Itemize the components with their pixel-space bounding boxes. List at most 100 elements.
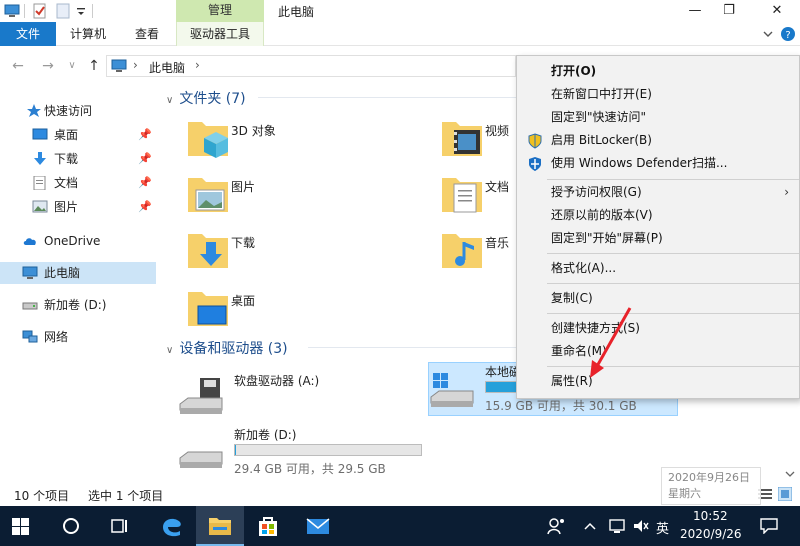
menu-label: 打开(O): [551, 64, 597, 78]
videos-folder-icon: [442, 122, 482, 156]
chevron-down-icon: ∨: [166, 95, 174, 106]
breadcrumb-this-pc[interactable]: 此电脑: [149, 59, 185, 76]
nav-pictures[interactable]: 图片 📌: [0, 196, 156, 218]
menu-item-pin-quick-access[interactable]: 固定到"快速访问": [517, 106, 799, 129]
forward-button[interactable]: →: [38, 56, 58, 76]
qa-divider: [24, 4, 25, 18]
recent-locations-button[interactable]: ∨: [62, 56, 82, 76]
ime-indicator[interactable]: 英: [656, 518, 669, 537]
title-bar: 管理 此电脑 — ❐ ✕: [0, 0, 800, 22]
maximize-button[interactable]: ❐: [714, 2, 744, 20]
new-folder-icon[interactable]: [56, 3, 70, 19]
folder-item[interactable]: 3D 对象: [186, 116, 426, 168]
tab-file[interactable]: 文件: [0, 22, 56, 46]
taskbar-date[interactable]: 2020/9/26: [680, 527, 742, 541]
menu-item-copy[interactable]: 复制(C): [517, 287, 799, 310]
computer-icon: [22, 266, 38, 279]
folder-item[interactable]: 桌面: [186, 286, 426, 338]
close-button[interactable]: ✕: [762, 2, 792, 20]
breadcrumb-sep[interactable]: ›: [133, 58, 138, 72]
drive-name: 软盘驱动器 (A:): [234, 374, 320, 388]
devices-group-header[interactable]: ∨ 设备和驱动器 (3): [166, 338, 288, 358]
drive-item-floppy[interactable]: 软盘驱动器 (A:): [178, 372, 428, 426]
pin-icon[interactable]: 📌: [138, 148, 152, 170]
drive-free-text: 15.9 GB 可用，共 30.1 GB: [485, 399, 637, 413]
nav-onedrive[interactable]: OneDrive: [0, 230, 156, 252]
windows-start-icon[interactable]: [12, 518, 29, 535]
qa-dropdown-icon[interactable]: [76, 3, 86, 19]
large-icons-view-icon[interactable]: [778, 487, 792, 501]
breadcrumb-sep[interactable]: ›: [195, 58, 200, 72]
chevron-down-icon[interactable]: [762, 29, 774, 39]
nav-downloads[interactable]: 下载 📌: [0, 148, 156, 170]
nav-this-pc[interactable]: 此电脑: [0, 262, 156, 284]
menu-item-pin-start[interactable]: 固定到"开始"屏幕(P): [517, 227, 799, 250]
tab-computer[interactable]: 计算机: [60, 22, 116, 46]
menu-item-bitlocker[interactable]: 启用 BitLocker(B): [517, 129, 799, 152]
scroll-down-icon[interactable]: [785, 470, 795, 478]
folders-group-header[interactable]: ∨ 文件夹 (7): [166, 88, 246, 108]
nav-quick-access[interactable]: 快速访问: [0, 100, 156, 122]
menu-separator: [547, 253, 799, 254]
document-icon: [33, 176, 46, 190]
people-icon[interactable]: [546, 516, 566, 536]
folder-item[interactable]: 下载: [186, 228, 426, 280]
nav-new-volume[interactable]: 新加卷 (D:): [0, 294, 156, 316]
menu-item-rename[interactable]: 重命名(M): [517, 340, 799, 363]
pin-icon[interactable]: 📌: [138, 124, 152, 146]
computer-icon[interactable]: [4, 3, 20, 19]
menu-item-open-new-window[interactable]: 在新窗口中打开(E): [517, 83, 799, 106]
desktop-folder-icon: [188, 292, 228, 326]
properties-icon[interactable]: [32, 3, 48, 19]
nav-documents[interactable]: 文档 📌: [0, 172, 156, 194]
date-watermark: 2020年9月26日 星期六: [661, 467, 761, 505]
nav-desktop[interactable]: 桌面 📌: [0, 124, 156, 146]
menu-item-open[interactable]: 打开(O): [517, 60, 799, 83]
desktop-icon: [32, 128, 48, 140]
store-icon[interactable]: [256, 514, 280, 538]
notification-icon[interactable]: [760, 518, 778, 534]
help-icon[interactable]: ?: [780, 26, 796, 42]
menu-item-properties[interactable]: 属性(R): [517, 370, 799, 393]
menu-separator: [547, 283, 799, 284]
nav-network[interactable]: 网络: [0, 326, 156, 348]
menu-label: 启用 BitLocker(B): [551, 133, 652, 147]
menu-item-give-access[interactable]: 授予访问权限(G) ›: [517, 181, 799, 204]
menu-item-create-shortcut[interactable]: 创建快捷方式(S): [517, 317, 799, 340]
submenu-arrow-icon: ›: [784, 185, 789, 199]
menu-item-format[interactable]: 格式化(A)...: [517, 257, 799, 280]
tab-view[interactable]: 查看: [120, 22, 174, 46]
taskbar: 英 10:52 2020/9/26: [0, 506, 800, 546]
task-view-icon[interactable]: [110, 518, 128, 534]
music-folder-icon: [442, 234, 482, 268]
menu-item-restore-versions[interactable]: 还原以前的版本(V): [517, 204, 799, 227]
edge-icon[interactable]: [160, 514, 184, 538]
menu-item-defender-scan[interactable]: 使用 Windows Defender扫描...: [517, 152, 799, 175]
folder-item[interactable]: 图片: [186, 172, 426, 224]
back-button[interactable]: ←: [8, 56, 28, 76]
up-button[interactable]: ↑: [84, 56, 104, 76]
menu-label: 固定到"快速访问": [551, 110, 647, 124]
show-hidden-icons-icon[interactable]: [583, 519, 597, 533]
volume-icon[interactable]: [632, 517, 650, 535]
manage-tab[interactable]: 管理: [176, 0, 264, 22]
tab-drive-tools[interactable]: 驱动器工具: [176, 22, 264, 46]
menu-label: 使用 Windows Defender扫描...: [551, 156, 728, 170]
drive-item-d[interactable]: 新加卷 (D:) 29.4 GB 可用，共 29.5 GB: [178, 426, 428, 480]
file-explorer-icon[interactable]: [208, 514, 232, 538]
network-status-icon[interactable]: [608, 517, 626, 535]
address-bar[interactable]: › 此电脑 ›: [106, 55, 516, 77]
minimize-button[interactable]: —: [680, 2, 710, 20]
search-icon[interactable]: [62, 517, 80, 535]
mail-icon[interactable]: [306, 514, 330, 538]
context-menu: 打开(O) 在新窗口中打开(E) 固定到"快速访问" 启用 BitLocker(…: [516, 55, 800, 399]
selected-count: 选中 1 个项目: [88, 489, 164, 503]
menu-separator: [547, 179, 799, 180]
pin-icon[interactable]: 📌: [138, 172, 152, 194]
taskbar-time[interactable]: 10:52: [693, 509, 728, 523]
folder-label: 桌面: [231, 294, 256, 308]
folder-label: 3D 对象: [231, 124, 276, 138]
pin-icon[interactable]: 📌: [138, 196, 152, 218]
group-divider: [258, 97, 518, 98]
nav-label: 此电脑: [44, 266, 81, 280]
